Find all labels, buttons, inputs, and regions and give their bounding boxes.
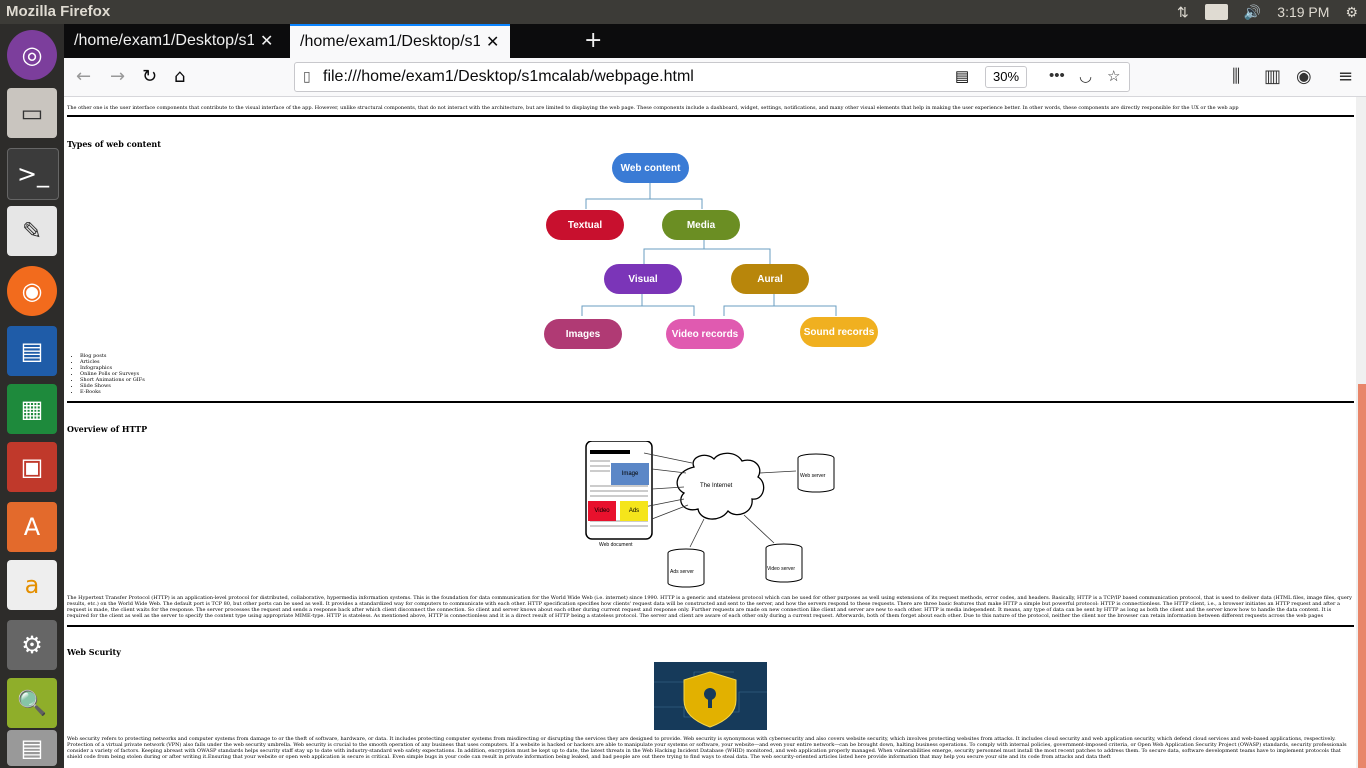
url-text[interactable]: file:///home/exam1/Desktop/s1mcalab/webp…	[323, 68, 694, 86]
http-heading: Overview of HTTP	[67, 424, 148, 434]
padlock-shield-icon	[654, 662, 767, 730]
volume-icon[interactable]: 🔊	[1244, 4, 1261, 21]
trash-icon[interactable]: ▤	[7, 730, 57, 766]
software-center-icon[interactable]: A	[7, 502, 57, 552]
more-actions-icon[interactable]: •••	[1049, 67, 1065, 84]
list-item: E-Books	[80, 389, 145, 395]
top-panel: Mozilla Firefox ⇅ En 🔊 3:19 PM ⚙	[0, 0, 1366, 24]
node-textual: Textual	[546, 210, 624, 240]
text-editor-icon[interactable]: ✎	[7, 206, 57, 256]
settings-icon[interactable]: ⚙	[7, 620, 57, 670]
library-icon[interactable]: ⫼	[1232, 66, 1240, 87]
node-video-records: Video records	[666, 319, 744, 349]
pocket-icon[interactable]: ◡	[1079, 67, 1092, 85]
tab-title: /home/exam1/Desktop/s1mcalab/webpage.htm…	[300, 33, 480, 50]
security-heading: Web Scurity	[67, 647, 121, 657]
node-aural: Aural	[731, 264, 809, 294]
search-icon[interactable]: 🔍	[7, 678, 57, 728]
impress-icon[interactable]: ▣	[7, 442, 57, 492]
security-lock-image	[654, 662, 767, 730]
ubuntu-dash-icon[interactable]: ◎	[7, 30, 57, 80]
ads-server-label: Ads server	[670, 569, 694, 575]
system-tray: ⇅ En 🔊 3:19 PM ⚙	[1169, 0, 1366, 24]
web-server-label: Web server	[800, 473, 826, 479]
tab-active[interactable]: /home/exam1/Desktop/s1mcalab/webpage.htm…	[290, 24, 510, 58]
types-heading: Types of web content	[67, 139, 161, 149]
node-media: Media	[662, 210, 740, 240]
sidebar-icon[interactable]: ▥	[1264, 66, 1281, 87]
video-block: Video	[588, 501, 616, 521]
security-paragraph: Web security refers to protecting networ…	[67, 736, 1347, 760]
node-sound-records: Sound records	[800, 317, 878, 347]
internet-label: The Internet	[700, 483, 733, 489]
intro-paragraph: The other one is the user interface comp…	[67, 105, 1239, 111]
tab-title: /home/exam1/Desktop/s1mcalab/webpage.htm…	[74, 32, 254, 49]
page-scrollbar[interactable]	[1356, 97, 1366, 768]
back-icon[interactable]: ←	[76, 66, 91, 87]
close-tab-icon[interactable]: ✕	[486, 32, 499, 52]
node-images: Images	[544, 319, 622, 349]
web-document-label: Web document	[599, 542, 633, 548]
tab-strip: /home/exam1/Desktop/s1mcalab/webpage.htm…	[64, 24, 1366, 58]
navigation-bar: ← → ↻ ⌂ ▯ file:///home/exam1/Desktop/s1m…	[64, 58, 1366, 97]
writer-icon[interactable]: ▤	[7, 326, 57, 376]
forward-icon[interactable]: →	[110, 66, 125, 87]
new-tab-icon[interactable]: +	[584, 28, 602, 53]
keyboard-layout-indicator[interactable]: En	[1204, 4, 1228, 20]
account-icon[interactable]: ◉	[1296, 66, 1312, 87]
scrollbar-thumb[interactable]	[1358, 384, 1366, 768]
content-types-list: Blog posts Articles Infographics Online …	[72, 353, 145, 395]
image-block: Image	[611, 463, 649, 485]
amazon-icon[interactable]: a	[7, 560, 57, 610]
ads-block: Ads	[620, 501, 648, 521]
calc-icon[interactable]: ▦	[7, 384, 57, 434]
web-page: The other one is the user interface comp…	[64, 97, 1356, 768]
network-icon[interactable]: ⇅	[1177, 4, 1189, 21]
divider	[67, 115, 1354, 117]
divider	[67, 625, 1354, 627]
terminal-icon[interactable]: >_	[7, 148, 59, 200]
zoom-level[interactable]: 30%	[985, 66, 1027, 88]
gear-icon[interactable]: ⚙	[1345, 4, 1358, 21]
node-visual: Visual	[604, 264, 682, 294]
home-icon[interactable]: ⌂	[174, 66, 185, 87]
menu-icon[interactable]: ≡	[1338, 66, 1353, 87]
http-paragraph: The Hypertext Transfer Protocol (HTTP) i…	[67, 595, 1352, 619]
divider	[67, 401, 1354, 403]
tab-inactive[interactable]: /home/exam1/Desktop/s1mcalab/webpage.htm…	[64, 24, 284, 58]
reader-view-icon[interactable]: ▤	[955, 67, 969, 85]
bookmark-star-icon[interactable]: ☆	[1107, 67, 1120, 85]
clock[interactable]: 3:19 PM	[1277, 4, 1329, 20]
close-tab-icon[interactable]: ✕	[260, 31, 273, 51]
http-diagram: Image Video Ads The Internet Web server …	[584, 441, 844, 591]
node-web-content: Web content	[612, 153, 689, 183]
url-bar[interactable]: ▯ file:///home/exam1/Desktop/s1mcalab/we…	[294, 62, 1130, 92]
files-icon[interactable]: ▭	[7, 88, 57, 138]
video-server-label: Video server	[767, 566, 795, 572]
launcher: ◎ ▭ >_ ✎ ◉ ▤ ▦ ▣ A a ⚙ 🔍 ▤	[0, 24, 64, 768]
firefox-icon[interactable]: ◉	[7, 266, 57, 316]
page-icon[interactable]: ▯	[303, 68, 311, 85]
app-title: Mozilla Firefox	[6, 3, 111, 20]
reload-icon[interactable]: ↻	[142, 66, 157, 87]
